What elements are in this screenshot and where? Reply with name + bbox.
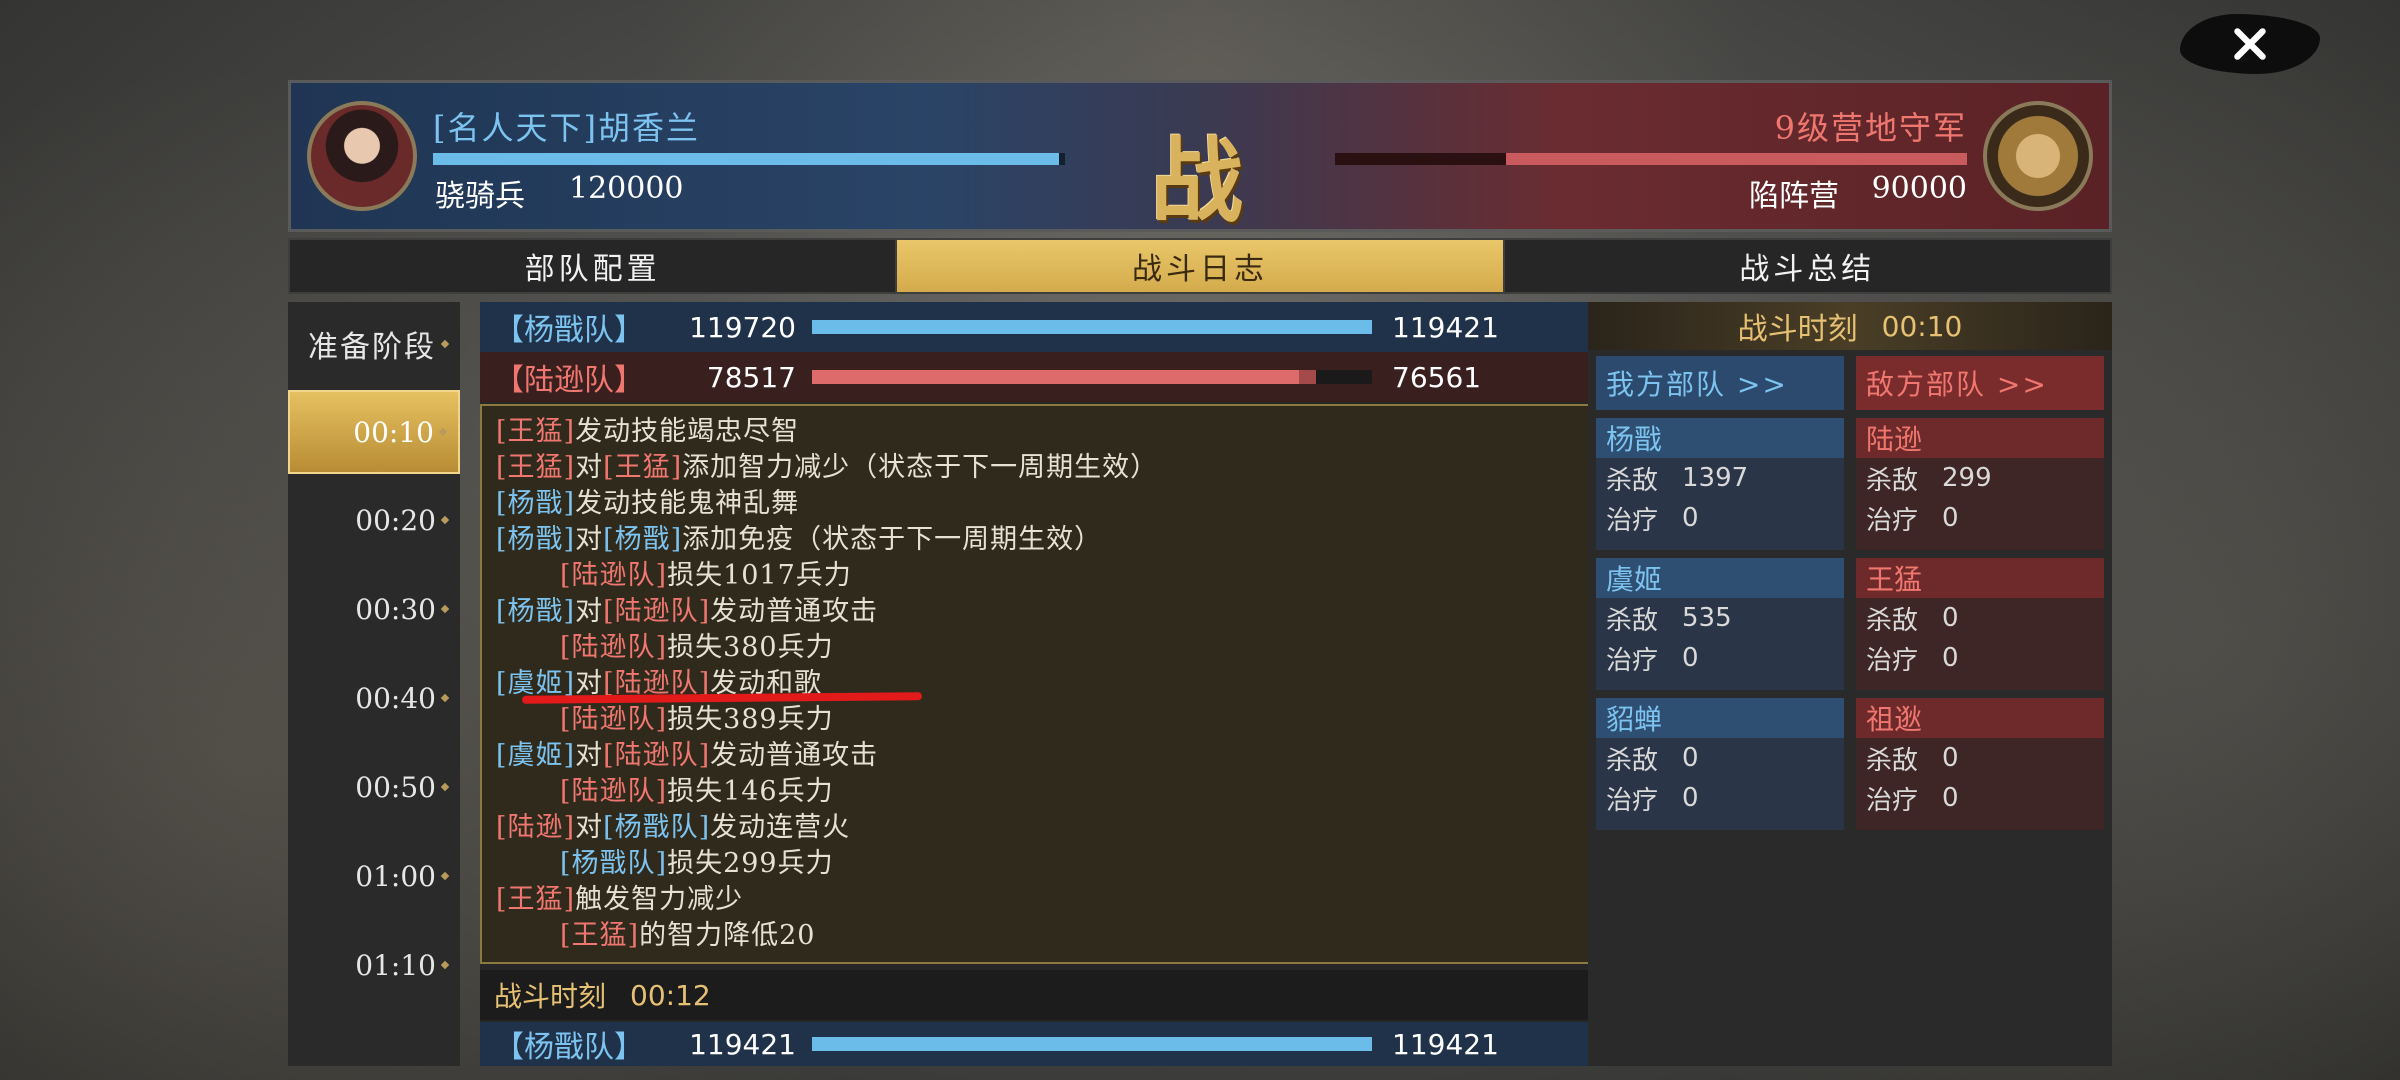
ally-units-column: 我方部队 >> 杨戬 杀敌 1397 治疗 0 虞姬 杀敌 535 治疗 0 貂蝉 杀敌… — [1596, 356, 1844, 830]
team-troop-bar — [812, 370, 1372, 384]
kill-value: 299 — [1942, 463, 1992, 493]
timeline-dot-icon — [440, 782, 450, 792]
team-name: 【杨戬队】 — [494, 1030, 644, 1065]
kill-value: 0 — [1682, 743, 1699, 773]
unit-stat-card: 虞姬 杀敌 535 治疗 0 — [1596, 558, 1844, 690]
timeline-dot-icon — [440, 693, 450, 703]
battle-timeline[interactable]: 准备阶段 00:10 00:20 00:30 00:40 00:50 01:00… — [288, 302, 460, 1066]
unit-name: 貂蝉 — [1596, 698, 1844, 738]
team-name: 【陆逊队】 — [494, 363, 644, 398]
kill-value: 0 — [1942, 743, 1959, 773]
timeline-item[interactable]: 00:20 — [288, 478, 460, 562]
stats-header: 战斗时刻 00:10 — [1588, 302, 2112, 350]
team-troops-start: 119421 — [689, 1027, 796, 1061]
team-troop-bar — [812, 1037, 1372, 1051]
enemy-units-header[interactable]: 敌方部队 >> — [1856, 356, 2104, 410]
tab-battle-summary[interactable]: 战斗总结 — [1505, 240, 2110, 292]
team-troops-start: 119720 — [689, 310, 796, 344]
unit-stat-card: 王猛 杀敌 0 治疗 0 — [1856, 558, 2104, 690]
timeline-dot-icon — [440, 871, 450, 881]
heal-value: 0 — [1942, 783, 1959, 813]
timeline-prep-phase[interactable]: 准备阶段 — [288, 302, 460, 386]
enemy-units-column: 敌方部队 >> 陆逊 杀敌 299 治疗 0 王猛 杀敌 0 治疗 0 祖逖 杀敌 0 治… — [1856, 356, 2104, 830]
battle-header: [名人天下]胡香兰 骁骑兵 120000 战 9级营地守军 陷阵营 90000 — [288, 80, 2112, 235]
timeline-dot-icon — [440, 339, 450, 349]
enemy-troop-count: 90000 — [1871, 171, 1967, 206]
enemy-commander-avatar — [1983, 101, 2093, 211]
team-troops-start: 78517 — [706, 360, 796, 394]
unit-stat-card: 陆逊 杀敌 299 治疗 0 — [1856, 418, 2104, 550]
tab-battle-log[interactable]: 战斗日志 — [897, 240, 1505, 292]
team-troops-end: 119421 — [1392, 1027, 1499, 1061]
timeline-dot-icon — [440, 960, 450, 970]
timeline-item[interactable]: 01:10 — [288, 923, 460, 1007]
ally-unit-type: 骁骑兵 — [435, 179, 525, 214]
ally-commander-name: [名人天下]胡香兰 — [433, 109, 700, 147]
unit-stat-card: 貂蝉 杀敌 0 治疗 0 — [1596, 698, 1844, 830]
heal-value: 0 — [1682, 783, 1699, 813]
team-troops-end: 119421 — [1392, 310, 1499, 344]
enemy-troop-bar — [1335, 153, 1967, 165]
tab-troop-config[interactable]: 部队配置 — [290, 240, 898, 292]
enemy-unit-type: 陷阵营 — [1749, 179, 1839, 214]
kill-value: 535 — [1682, 603, 1732, 633]
timeline-dot-icon — [440, 515, 450, 525]
timeline-item[interactable]: 00:50 — [288, 745, 460, 829]
team-troop-bar — [812, 320, 1372, 334]
kill-value: 1397 — [1682, 463, 1749, 493]
ally-units-header[interactable]: 我方部队 >> — [1596, 356, 1844, 410]
report-tabs: 部队配置 战斗日志 战斗总结 — [288, 238, 2112, 294]
timeline-item[interactable]: 01:00 — [288, 834, 460, 918]
heal-value: 0 — [1682, 503, 1699, 533]
ally-troop-count: 120000 — [569, 171, 684, 206]
timeline-dot-icon — [438, 427, 448, 437]
unit-stat-card: 杨戬 杀敌 1397 治疗 0 — [1596, 418, 1844, 550]
timeline-item[interactable]: 00:30 — [288, 567, 460, 651]
team-troops-end: 76561 — [1392, 360, 1482, 394]
ally-commander-avatar — [307, 101, 417, 211]
battle-report-panel: [名人天下]胡香兰 骁骑兵 120000 战 9级营地守军 陷阵营 90000 … — [288, 80, 2112, 1066]
unit-name: 王猛 — [1856, 558, 2104, 598]
timeline-dot-icon — [440, 604, 450, 614]
timeline-item[interactable]: 00:40 — [288, 656, 460, 740]
unit-name: 陆逊 — [1856, 418, 2104, 458]
timeline-item[interactable]: 00:10 — [288, 390, 460, 474]
kill-value: 0 — [1942, 603, 1959, 633]
enemy-commander-name: 9级营地守军 — [1774, 109, 1967, 147]
close-icon — [2234, 28, 2266, 60]
battle-stats-panel: 战斗时刻 00:10 我方部队 >> 杨戬 杀敌 1397 治疗 0 虞姬 杀敌 535… — [1588, 302, 2112, 1066]
battle-emblem: 战 — [1151, 127, 1244, 235]
heal-value: 0 — [1942, 503, 1959, 533]
ally-troop-bar — [433, 153, 1065, 165]
heal-value: 0 — [1682, 643, 1699, 673]
heal-value: 0 — [1942, 643, 1959, 673]
team-name: 【杨戬队】 — [494, 313, 644, 348]
unit-name: 杨戬 — [1596, 418, 1844, 458]
unit-name: 虞姬 — [1596, 558, 1844, 598]
unit-stat-card: 祖逖 杀敌 0 治疗 0 — [1856, 698, 2104, 830]
unit-name: 祖逖 — [1856, 698, 2104, 738]
